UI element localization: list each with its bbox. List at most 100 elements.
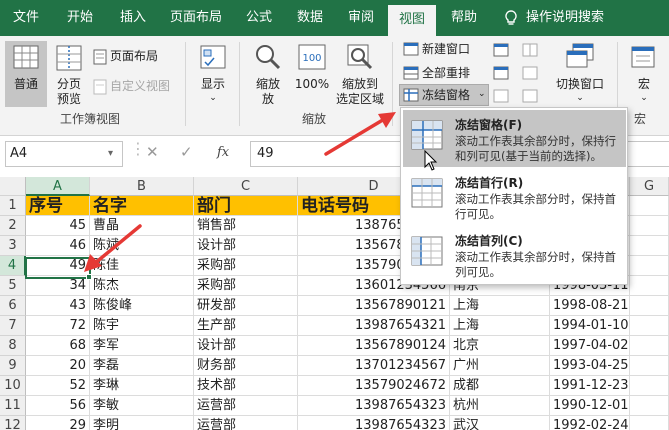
unhide-icon[interactable]	[493, 89, 509, 103]
cell-g10[interactable]	[630, 376, 669, 396]
cell-b12[interactable]: 李明	[90, 416, 194, 430]
page-layout-view-button[interactable]: 页面布局	[90, 48, 170, 66]
freeze-top-row-option[interactable]: 冻结首行(R) 滚动工作表其余部分时，保持首行可见。	[403, 168, 626, 225]
cell-d8[interactable]: 13567890124	[298, 336, 450, 356]
cell-e10[interactable]: 成都	[450, 376, 550, 396]
name-box[interactable]: A4	[5, 141, 123, 167]
view-side-by-side-icon[interactable]	[522, 43, 538, 57]
row-header-6[interactable]: 6	[0, 296, 26, 316]
menu-view[interactable]: 视图	[388, 5, 436, 36]
row-header-4[interactable]: 4	[0, 256, 26, 276]
cell-g1[interactable]	[630, 196, 669, 216]
cell-c7[interactable]: 生产部	[194, 316, 298, 336]
menu-file[interactable]: 文件	[0, 0, 52, 36]
cell-c4[interactable]: 采购部	[194, 256, 298, 276]
row-header-12[interactable]: 12	[0, 416, 26, 430]
row-header-8[interactable]: 8	[0, 336, 26, 356]
cell-c9[interactable]: 财务部	[194, 356, 298, 376]
zoom-button[interactable]: 缩放 放	[247, 41, 289, 107]
cell-g9[interactable]	[630, 356, 669, 376]
row-header-1[interactable]: 1	[0, 196, 26, 216]
row-header-2[interactable]: 2	[0, 216, 26, 236]
menu-insert[interactable]: 插入	[108, 0, 158, 36]
cell-c2[interactable]: 销售部	[194, 216, 298, 236]
cell-b9[interactable]: 李磊	[90, 356, 194, 376]
cell-d9[interactable]: 13701234567	[298, 356, 450, 376]
cell-a10[interactable]: 52	[26, 376, 90, 396]
cell-a5[interactable]: 34	[26, 276, 90, 296]
cell-c11[interactable]: 运营部	[194, 396, 298, 416]
cell-e7[interactable]: 上海	[450, 316, 550, 336]
cell-g11[interactable]	[630, 396, 669, 416]
page-break-preview-button[interactable]: 分页 预览	[50, 41, 88, 107]
menu-page-layout[interactable]: 页面布局	[158, 0, 234, 36]
cell-c12[interactable]: 运营部	[194, 416, 298, 430]
cell-e9[interactable]: 广州	[450, 356, 550, 376]
cell-g4[interactable]	[630, 256, 669, 276]
menu-review[interactable]: 审阅	[336, 0, 386, 36]
arrange-all-button[interactable]: 全部重排	[400, 64, 480, 82]
cell-b1[interactable]: 名字	[90, 196, 194, 216]
cell-c3[interactable]: 设计部	[194, 236, 298, 256]
sync-scrolling-icon[interactable]	[522, 66, 538, 80]
zoom-100-button[interactable]: 100 100%	[291, 41, 333, 107]
cell-g12[interactable]	[630, 416, 669, 430]
row-header-11[interactable]: 11	[0, 396, 26, 416]
reset-window-icon[interactable]	[522, 89, 538, 103]
cell-d12[interactable]: 13987654323	[298, 416, 450, 430]
switch-windows-button[interactable]: 切换窗口 ⌄	[549, 41, 611, 107]
name-box-dropdown-icon[interactable]: ▾	[108, 146, 113, 161]
cell-b10[interactable]: 李琳	[90, 376, 194, 396]
cell-g6[interactable]	[630, 296, 669, 316]
column-header-g[interactable]: G	[630, 177, 669, 196]
cell-a9[interactable]: 20	[26, 356, 90, 376]
cancel-icon[interactable]: ✕	[146, 145, 159, 160]
column-header-a[interactable]: A	[26, 177, 90, 196]
hide-icon[interactable]	[493, 66, 509, 80]
row-header-7[interactable]: 7	[0, 316, 26, 336]
cell-b5[interactable]: 陈杰	[90, 276, 194, 296]
macros-button[interactable]: 宏 ⌄	[624, 41, 664, 107]
cell-f11[interactable]: 1990-12-01	[550, 396, 630, 416]
split-icon[interactable]	[493, 43, 509, 57]
cell-f9[interactable]: 1993-04-25	[550, 356, 630, 376]
column-header-c[interactable]: C	[194, 177, 298, 196]
cell-c6[interactable]: 研发部	[194, 296, 298, 316]
menu-help[interactable]: 帮助	[438, 0, 490, 36]
row-header-3[interactable]: 3	[0, 236, 26, 256]
cell-d11[interactable]: 13987654323	[298, 396, 450, 416]
menu-data[interactable]: 数据	[284, 0, 336, 36]
cell-a7[interactable]: 72	[26, 316, 90, 336]
row-header-5[interactable]: 5	[0, 276, 26, 296]
row-header-9[interactable]: 9	[0, 356, 26, 376]
cell-a8[interactable]: 68	[26, 336, 90, 356]
normal-view-button[interactable]: 普通	[5, 41, 47, 107]
show-button[interactable]: 显示 ⌄	[192, 41, 234, 107]
cell-a11[interactable]: 56	[26, 396, 90, 416]
cell-g5[interactable]	[630, 276, 669, 296]
cell-f6[interactable]: 1998-08-21	[550, 296, 630, 316]
insert-function-icon[interactable]: fx	[217, 145, 229, 160]
select-all-corner[interactable]	[0, 177, 26, 196]
cell-g2[interactable]	[630, 216, 669, 236]
cell-f12[interactable]: 1992-02-24	[550, 416, 630, 430]
cell-e11[interactable]: 杭州	[450, 396, 550, 416]
freeze-panes-button[interactable]: 冻结窗格 ⌄	[399, 84, 489, 106]
cell-b11[interactable]: 李敏	[90, 396, 194, 416]
cell-b6[interactable]: 陈俊峰	[90, 296, 194, 316]
cell-c1[interactable]: 部门	[194, 196, 298, 216]
cell-f10[interactable]: 1991-12-23	[550, 376, 630, 396]
cell-d6[interactable]: 13567890121	[298, 296, 450, 316]
column-header-b[interactable]: B	[90, 177, 194, 196]
cell-f8[interactable]: 1997-04-02	[550, 336, 630, 356]
cell-d7[interactable]: 13987654321	[298, 316, 450, 336]
cell-e12[interactable]: 武汉	[450, 416, 550, 430]
cell-a1[interactable]: 序号	[26, 196, 90, 216]
cell-d10[interactable]: 13579024672	[298, 376, 450, 396]
cell-a12[interactable]: 29	[26, 416, 90, 430]
cell-b8[interactable]: 李军	[90, 336, 194, 356]
enter-check-icon[interactable]: ✓	[180, 145, 193, 160]
cell-g7[interactable]	[630, 316, 669, 336]
cell-c10[interactable]: 技术部	[194, 376, 298, 396]
cell-g3[interactable]	[630, 236, 669, 256]
